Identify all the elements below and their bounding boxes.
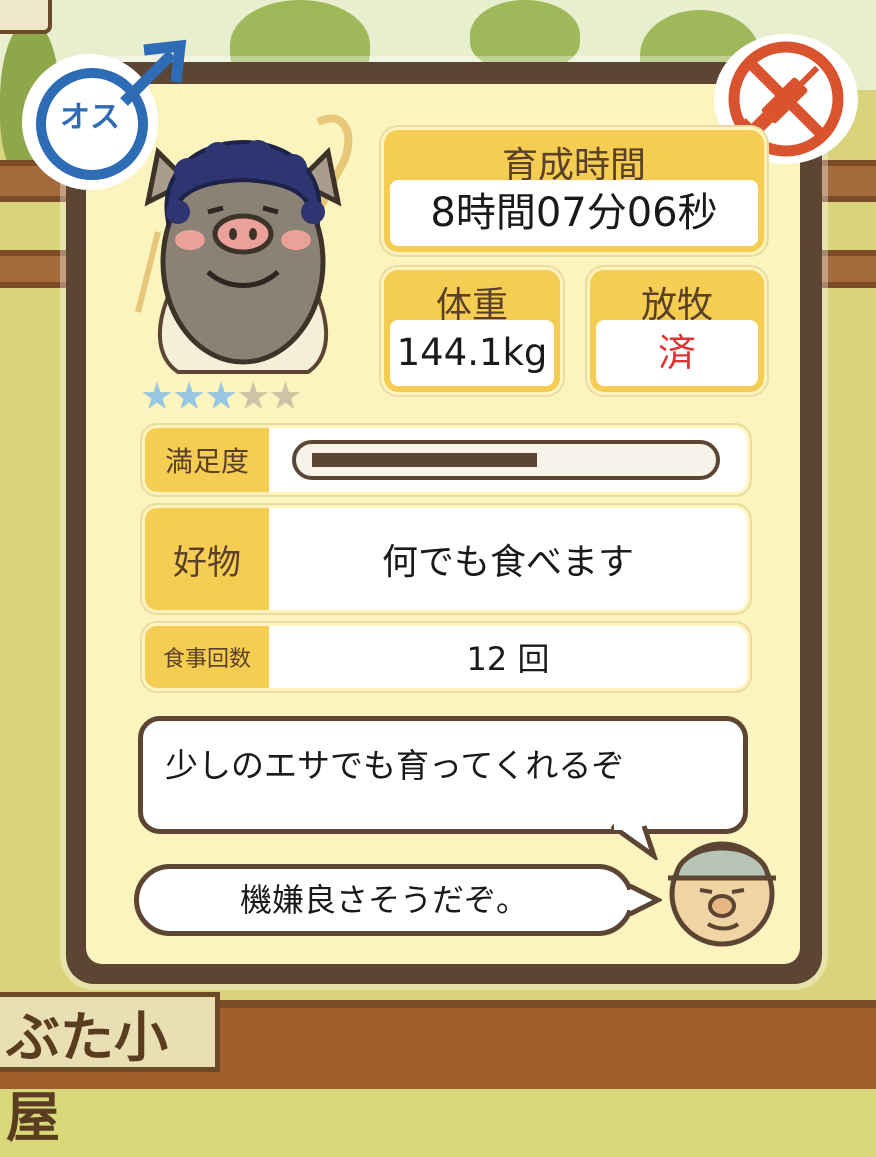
background-sign-corner xyxy=(0,0,52,34)
star-filled-icon: ★ xyxy=(140,374,174,418)
star-empty-icon: ★ xyxy=(236,374,270,418)
growth-time-value: 8時間07分06秒 xyxy=(390,180,758,246)
farmer-message-bubble: 少しのエサでも育ってくれるぞ xyxy=(138,716,748,834)
rating-stars: ★★★★★ xyxy=(140,374,302,418)
weight-box: 体重 144.1kg xyxy=(384,270,560,392)
satisfaction-bar-fill xyxy=(312,453,537,467)
meal-count-label: 食事回数 xyxy=(145,626,269,688)
satisfaction-bar xyxy=(292,440,720,480)
bubble-tail xyxy=(610,824,658,860)
pig-hut-sign: ぶた小屋 xyxy=(0,992,220,1149)
background-tree xyxy=(470,0,580,70)
star-filled-icon: ★ xyxy=(172,374,206,418)
mood-bubble: 機嫌良さそうだぞ。 xyxy=(134,864,634,936)
meal-count-row: 食事回数 12 回 xyxy=(145,626,747,688)
bubble-tail xyxy=(626,883,662,917)
satisfaction-label: 満足度 xyxy=(145,428,269,492)
farmer-message-text: 少しのエサでも育ってくれるぞ xyxy=(165,746,625,785)
growth-time-box: 育成時間 8時間07分06秒 xyxy=(384,130,764,252)
grazing-value: 済 xyxy=(596,320,758,386)
favorite-food-value: 何でも食べます xyxy=(381,542,634,583)
weight-value: 144.1kg xyxy=(390,320,554,386)
grazing-box: 放牧 済 xyxy=(590,270,764,392)
pig-character-image xyxy=(135,114,353,374)
favorite-food-label: 好物 xyxy=(145,508,269,610)
favorite-food-row: 好物 何でも食べます xyxy=(145,508,747,610)
star-empty-icon: ★ xyxy=(268,374,302,418)
star-filled-icon: ★ xyxy=(204,374,238,418)
meal-count-value: 12 回 xyxy=(466,640,550,678)
farmer-avatar xyxy=(668,841,776,947)
mood-text: 機嫌良さそうだぞ。 xyxy=(239,881,528,919)
